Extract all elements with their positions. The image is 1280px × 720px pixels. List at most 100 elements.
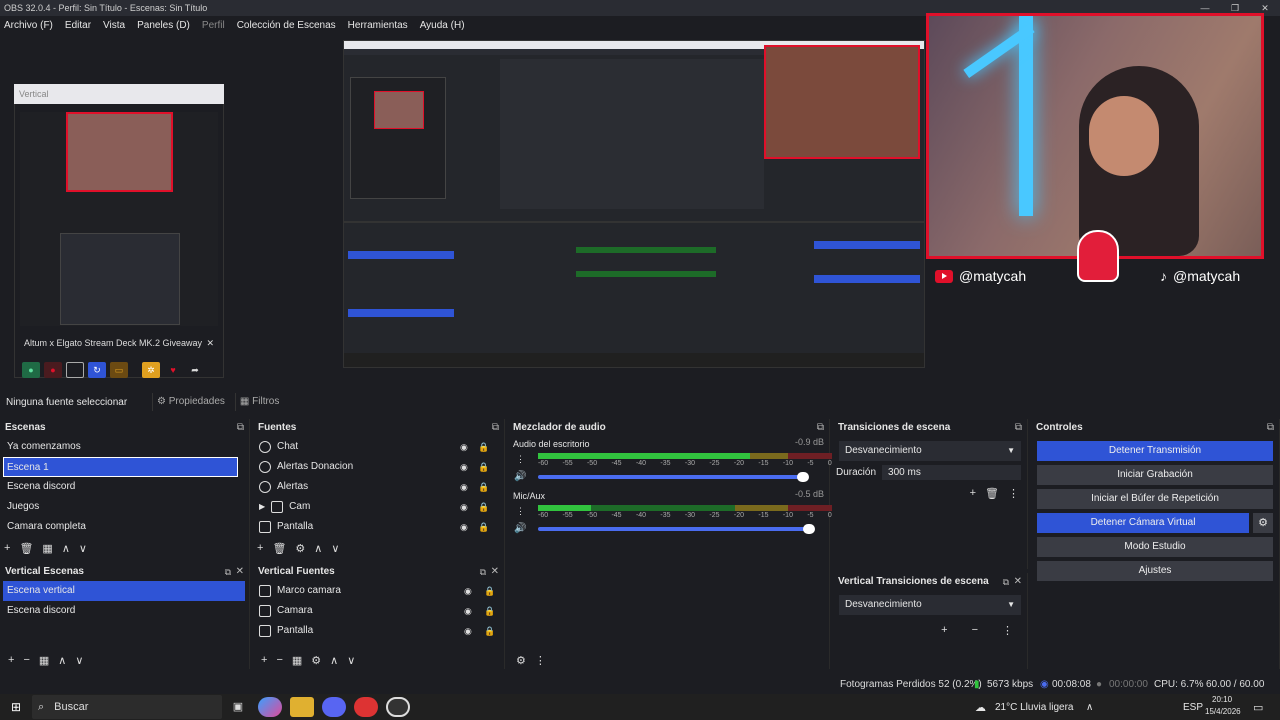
speaker-icon[interactable]: 🔊 bbox=[514, 471, 526, 482]
add-icon[interactable]: + bbox=[941, 624, 947, 636]
menu-dots-icon[interactable]: ⋮ bbox=[516, 506, 525, 517]
dock-float-icon[interactable]: ⧉ bbox=[225, 563, 231, 581]
eye-icon[interactable]: ◉ bbox=[460, 457, 468, 477]
settings-button[interactable]: Ajustes bbox=[1037, 561, 1273, 581]
filter-icon[interactable]: ▦ bbox=[42, 542, 52, 555]
menu-dots-icon[interactable]: ⋮ bbox=[535, 654, 546, 667]
copilot-icon[interactable] bbox=[258, 697, 282, 717]
vertical-source-item[interactable]: Marco camara ◉ 🔒 bbox=[253, 581, 504, 601]
filter-icon[interactable]: ▦ bbox=[292, 654, 302, 667]
move-up-icon[interactable]: ∧ bbox=[330, 654, 338, 667]
move-down-icon[interactable]: ∨ bbox=[79, 542, 87, 555]
remove-icon[interactable]: − bbox=[972, 624, 978, 636]
speaker-icon[interactable]: 🔊 bbox=[514, 523, 526, 534]
vertical-transition-select[interactable]: Desvanecimiento ▼ bbox=[839, 595, 1021, 615]
weather-text[interactable]: 21°C Lluvia ligera bbox=[995, 702, 1074, 713]
lock-icon[interactable]: 🔒 bbox=[478, 437, 489, 457]
scene-item[interactable]: Escena discord bbox=[0, 477, 249, 497]
volume-slider[interactable] bbox=[538, 472, 810, 482]
source-item[interactable]: Alertas ◉ 🔒 bbox=[253, 477, 504, 497]
menu-scene-collection[interactable]: Colección de Escenas bbox=[235, 20, 338, 31]
start-recording-button[interactable]: Iniciar Grabación bbox=[1037, 465, 1273, 485]
lock-icon[interactable]: 🔒 bbox=[484, 621, 495, 641]
stop-virtual-camera-button[interactable]: Detener Cámara Virtual bbox=[1037, 513, 1249, 533]
notification-icon[interactable]: ▭ bbox=[1253, 701, 1263, 714]
chrome-icon[interactable] bbox=[354, 697, 378, 717]
gear-icon[interactable]: ⚙ bbox=[1253, 513, 1273, 533]
transition-select[interactable]: Desvanecimiento ▼ bbox=[839, 441, 1021, 461]
trash-icon[interactable]: 🗑 bbox=[19, 542, 33, 555]
remove-icon[interactable]: − bbox=[276, 654, 282, 666]
close-icon[interactable]: ✕ bbox=[206, 334, 214, 352]
menu-view[interactable]: Vista bbox=[101, 20, 127, 31]
source-item[interactable]: Alertas Donacion ◉ 🔒 bbox=[253, 457, 504, 477]
menu-dots-icon[interactable]: ⋮ bbox=[1008, 487, 1019, 500]
task-view-icon[interactable]: ▣ bbox=[226, 697, 250, 717]
filters-button[interactable]: ▦ Filtros bbox=[234, 393, 283, 411]
scene-item[interactable]: Ya comenzamos bbox=[0, 437, 249, 457]
heart-icon[interactable]: ♥ bbox=[164, 362, 182, 378]
properties-button[interactable]: ⚙ Propiedades bbox=[152, 393, 229, 411]
vertical-scene-item-selected[interactable]: Escena vertical bbox=[3, 581, 245, 601]
trash-icon[interactable]: 🗑 bbox=[272, 542, 286, 555]
lock-icon[interactable]: 🔒 bbox=[478, 477, 489, 497]
source-item[interactable]: Chat ◉ 🔒 bbox=[253, 437, 504, 457]
volume-slider[interactable] bbox=[538, 524, 815, 534]
eye-icon[interactable]: ◉ bbox=[460, 477, 468, 497]
move-down-icon[interactable]: ∨ bbox=[347, 654, 355, 667]
eye-icon[interactable]: ◉ bbox=[460, 497, 468, 517]
vertical-source-item[interactable]: Pantalla ◉ 🔒 bbox=[253, 621, 504, 641]
move-down-icon[interactable]: ∨ bbox=[331, 542, 339, 555]
eye-icon[interactable]: ◉ bbox=[464, 581, 472, 601]
move-down-icon[interactable]: ∨ bbox=[75, 654, 83, 667]
menu-docks[interactable]: Paneles (D) bbox=[135, 20, 192, 31]
lock-icon[interactable]: 🔒 bbox=[484, 581, 495, 601]
scene-item-selected[interactable]: Escena 1 bbox=[3, 457, 238, 477]
move-up-icon[interactable]: ∧ bbox=[62, 542, 70, 555]
filter-icon[interactable]: ▦ bbox=[39, 654, 49, 667]
clock-time[interactable]: 20:10 bbox=[1212, 695, 1232, 704]
scene-item[interactable]: Juegos bbox=[0, 497, 249, 517]
eye-icon[interactable]: ◉ bbox=[460, 437, 468, 457]
source-item[interactable]: Pantalla ◉ 🔒 bbox=[253, 517, 504, 537]
lock-icon[interactable]: 🔒 bbox=[484, 601, 495, 621]
source-item[interactable]: ▶ Cam ◉ 🔒 bbox=[253, 497, 504, 517]
vertical-scene-item[interactable]: Escena discord bbox=[0, 601, 249, 621]
scene-item[interactable]: Camara completa bbox=[0, 517, 249, 537]
eye-icon[interactable]: ◉ bbox=[460, 517, 468, 537]
gear-icon[interactable]: ✲ bbox=[142, 362, 160, 378]
dock-float-icon[interactable]: ⧉ bbox=[492, 419, 499, 437]
add-icon[interactable]: + bbox=[4, 542, 10, 554]
chevron-right-icon[interactable]: ▶ bbox=[259, 497, 265, 517]
square-icon[interactable] bbox=[66, 362, 84, 378]
camera-icon[interactable]: ▭ bbox=[110, 362, 128, 378]
trash-icon[interactable]: 🗑 bbox=[985, 487, 999, 500]
add-icon[interactable]: + bbox=[257, 542, 263, 554]
add-icon[interactable]: + bbox=[8, 654, 14, 666]
share-icon[interactable]: ➦ bbox=[186, 362, 204, 378]
add-icon[interactable]: + bbox=[970, 487, 976, 499]
studio-mode-button[interactable]: Modo Estudio bbox=[1037, 537, 1273, 557]
dock-float-icon[interactable]: ⧉ bbox=[1015, 419, 1022, 437]
menu-tools[interactable]: Herramientas bbox=[346, 20, 410, 31]
preview-canvas[interactable] bbox=[343, 40, 925, 368]
gear-icon[interactable]: ⚙ bbox=[311, 654, 321, 667]
lock-icon[interactable]: 🔒 bbox=[478, 517, 489, 537]
add-icon[interactable]: + bbox=[261, 654, 267, 666]
dock-float-icon[interactable]: ⧉ bbox=[1003, 573, 1009, 591]
lock-icon[interactable]: 🔒 bbox=[478, 457, 489, 477]
webcam-frame[interactable] bbox=[926, 13, 1264, 259]
clock-date[interactable]: 15/4/2026 bbox=[1205, 707, 1241, 716]
move-up-icon[interactable]: ∧ bbox=[314, 542, 322, 555]
obs-icon[interactable] bbox=[386, 697, 410, 717]
menu-profile[interactable]: Perfil bbox=[200, 20, 227, 31]
stop-streaming-button[interactable]: Detener Transmisión bbox=[1037, 441, 1273, 461]
eye-icon[interactable]: ◉ bbox=[464, 621, 472, 641]
language-indicator[interactable]: ESP bbox=[1183, 702, 1203, 713]
tray-chevron-icon[interactable]: ∧ bbox=[1086, 702, 1093, 713]
dock-float-icon[interactable]: ⧉ bbox=[480, 563, 486, 581]
file-explorer-icon[interactable] bbox=[290, 697, 314, 717]
replay-buffer-button[interactable]: Iniciar el Búfer de Repetición bbox=[1037, 489, 1273, 509]
record-icon[interactable]: ● bbox=[22, 362, 40, 378]
discord-icon[interactable] bbox=[322, 697, 346, 717]
